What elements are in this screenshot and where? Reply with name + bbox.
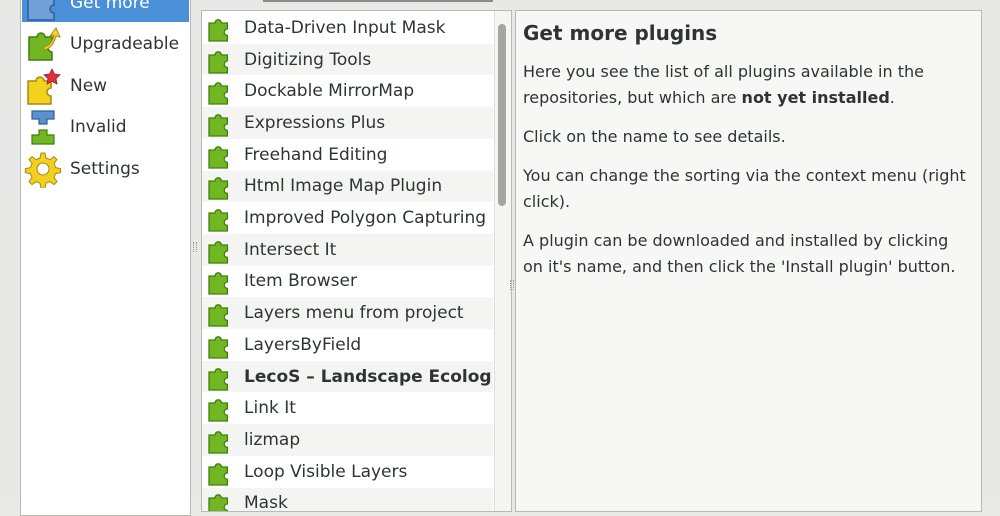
plugin-list-item[interactable]: Improved Polygon Capturing (202, 202, 493, 234)
upgrade-arrows-icon (24, 25, 62, 63)
plugin-name: Dockable MirrorMap (244, 81, 415, 102)
new-star-puzzle-icon (24, 67, 62, 105)
plugin-list-scrollbar[interactable] (494, 11, 511, 511)
puzzle-piece-icon (208, 431, 229, 454)
plugin-list: Data-Driven Input Mask Digitizing Tools Do… (201, 10, 512, 512)
plugin-list-item[interactable]: Link It (202, 392, 493, 424)
puzzle-piece-icon (208, 177, 229, 200)
puzzle-piece-icon (208, 304, 229, 327)
puzzle-piece-icon (208, 145, 229, 169)
sidebar-item-label: Upgradeable (70, 34, 180, 54)
plugin-name: Html Image Map Plugin (244, 176, 443, 197)
plugin-name: LayersByField (244, 334, 362, 355)
plugin-name: Expressions Plus (244, 112, 386, 133)
splitter-handle[interactable] (510, 280, 514, 290)
details-paragraph: Here you see the list of all plugins ava… (523, 62, 924, 107)
details-paragraph: You can change the sorting via the conte… (523, 166, 966, 211)
plugin-name: Mask (244, 493, 288, 512)
sidebar-item-label: Invalid (70, 117, 127, 137)
plugin-list-item[interactable]: Layers menu from project (202, 297, 493, 329)
plugin-manager-window: Get more Upgradeable New Invalid Setting… (0, 0, 1000, 516)
plugin-name: LecoS – Landscape Ecolog... (244, 366, 493, 387)
plugin-name: Freehand Editing (244, 144, 388, 165)
details-paragraph: Click on the name to see details. (523, 127, 786, 146)
puzzle-piece-icon (208, 494, 229, 511)
plugin-list-item[interactable]: Dockable MirrorMap (202, 75, 493, 107)
category-sidebar: Get more Upgradeable New Invalid Setting… (20, 0, 191, 516)
plugin-name: Data-Driven Input Mask (244, 17, 446, 38)
plugin-name: Link It (244, 398, 296, 419)
plugin-list-item[interactable]: lizmap (202, 424, 493, 456)
sidebar-item-label: Get more (70, 0, 150, 13)
plugin-list-item[interactable]: Intersect It (202, 233, 493, 266)
puzzle-piece-icon (208, 209, 229, 232)
details-panel: Get more plugins Here you see the list o… (515, 10, 982, 512)
plugin-name: Intersect It (244, 239, 337, 260)
sidebar-item-label: Settings (70, 159, 140, 179)
puzzle-piece-icon (208, 240, 229, 264)
plugin-name: Digitizing Tools (244, 49, 372, 70)
puzzle-piece-icon (24, 0, 62, 22)
puzzle-piece-icon (208, 272, 229, 296)
plugin-list-item[interactable]: Item Browser (202, 266, 493, 298)
plugin-name: lizmap (244, 429, 301, 450)
broken-plugin-icon (24, 108, 62, 146)
puzzle-piece-icon (208, 399, 229, 422)
sidebar-item-label: New (70, 76, 108, 96)
sidebar-item-upgradeable[interactable]: Upgradeable (22, 25, 189, 63)
toolbar-edge (263, 0, 493, 2)
plugin-list-item[interactable]: LecoS – Landscape Ecolog... (202, 360, 493, 393)
plugin-list-item[interactable]: Loop Visible Layers (202, 456, 493, 488)
puzzle-piece-icon (208, 336, 229, 359)
gear-icon (24, 150, 62, 188)
puzzle-piece-icon (208, 82, 229, 105)
plugin-name: Item Browser (244, 271, 357, 292)
plugin-list-item[interactable]: Html Image Map Plugin (202, 170, 493, 203)
sidebar-item-get-more[interactable]: Get more (22, 0, 189, 22)
plugin-list-item[interactable]: Freehand Editing (202, 139, 493, 171)
sidebar-item-invalid[interactable]: Invalid (22, 108, 189, 146)
sidebar-item-new[interactable]: New (22, 67, 189, 105)
plugin-list-item[interactable]: LayersByField (202, 329, 493, 361)
puzzle-piece-icon (208, 462, 229, 486)
splitter-handle[interactable] (193, 242, 197, 252)
plugin-list-item[interactable]: Digitizing Tools (202, 43, 493, 76)
plugin-list-item[interactable]: Data-Driven Input Mask (202, 12, 493, 44)
details-paragraph: A plugin can be downloaded and installed… (523, 231, 956, 276)
puzzle-piece-icon (208, 367, 229, 391)
plugin-name: Improved Polygon Capturing (244, 208, 487, 229)
sidebar-item-settings[interactable]: Settings (22, 150, 189, 188)
puzzle-piece-icon (208, 19, 229, 42)
plugin-name: Loop Visible Layers (244, 461, 408, 482)
puzzle-piece-icon (208, 114, 229, 137)
plugin-name: Layers menu from project (244, 303, 464, 324)
puzzle-piece-icon (208, 50, 229, 74)
plugin-list-item[interactable]: Expressions Plus (202, 107, 493, 139)
details-title: Get more plugins (523, 21, 718, 45)
scrollbar-thumb[interactable] (498, 24, 506, 206)
